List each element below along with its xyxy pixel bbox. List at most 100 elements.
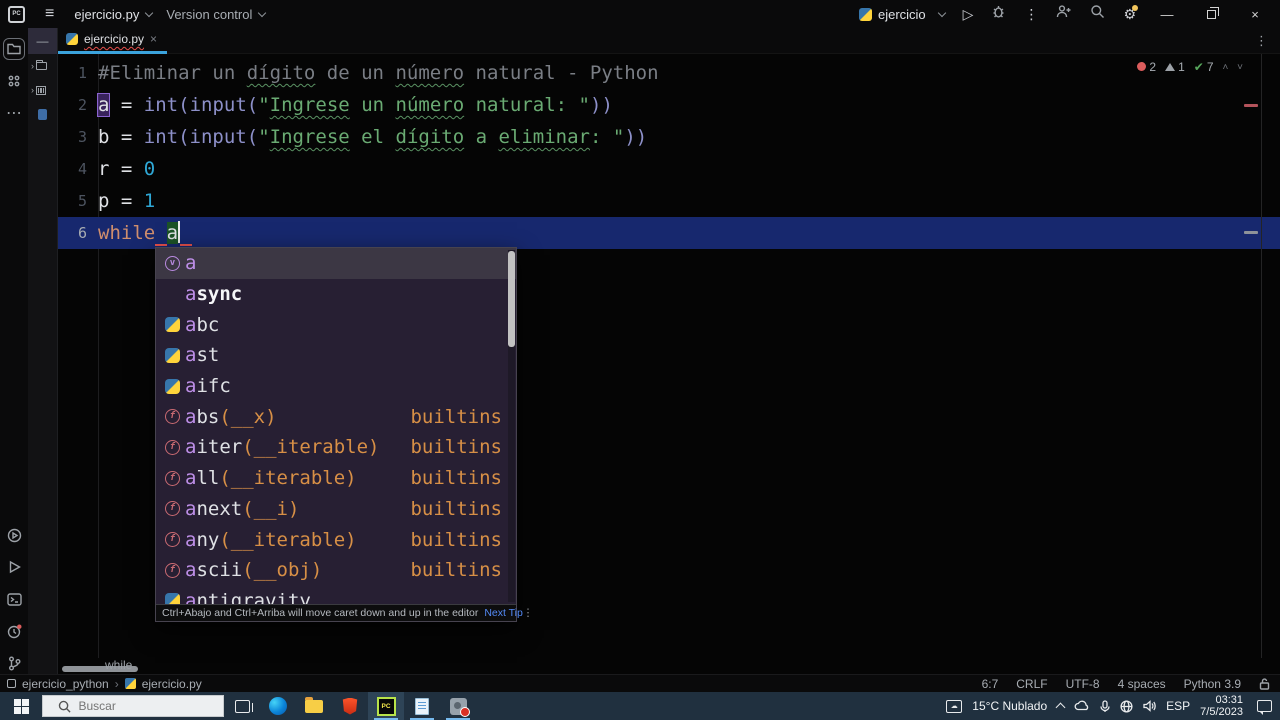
run-button[interactable]: ▷	[963, 7, 974, 21]
notifications-tool-button[interactable]	[3, 620, 25, 642]
notepad-taskbar-button[interactable]	[404, 692, 440, 720]
recorder-taskbar-button[interactable]	[440, 692, 476, 720]
action-center-icon[interactable]	[1257, 700, 1272, 715]
popup-scrollbar-thumb[interactable]	[508, 251, 515, 347]
edge-button[interactable]	[260, 692, 296, 720]
completion-item[interactable]: a sync	[156, 279, 516, 310]
volume-icon[interactable]	[1143, 700, 1156, 712]
breadcrumb-bar: while	[58, 658, 1280, 674]
completion-item[interactable]: f a ll (__iterable) builtins	[156, 463, 516, 494]
code-line[interactable]: 3 b = int(input("Ingrese el dígito a elim…	[58, 121, 1280, 153]
version-control-tool-button[interactable]	[3, 652, 25, 674]
popup-scrollbar[interactable]	[508, 250, 515, 602]
commit-tool-button[interactable]	[3, 70, 25, 92]
close-button[interactable]: ×	[1242, 7, 1268, 22]
tab-options-icon[interactable]: ⋮	[1255, 33, 1280, 49]
services-tool-button[interactable]	[3, 524, 25, 546]
code-line[interactable]: 6 while a	[58, 217, 1280, 249]
file-explorer-button[interactable]	[296, 692, 332, 720]
task-view-button[interactable]	[224, 692, 260, 720]
python-file-icon	[66, 33, 78, 45]
breadcrumb-separator: ›	[114, 676, 119, 691]
python-icon	[165, 317, 180, 333]
completion-item[interactable]: a ntigravity	[156, 586, 516, 604]
inspection-nav-arrows[interactable]: ˄ ˅	[1223, 62, 1246, 73]
weather-text[interactable]: 15°C Nublado	[972, 699, 1047, 713]
library-icon	[36, 85, 46, 95]
brave-button[interactable]	[332, 692, 368, 720]
completion-item[interactable]: f a bs (__x) builtins	[156, 401, 516, 432]
python-icon	[165, 593, 180, 604]
search-input[interactable]	[78, 699, 209, 713]
breadcrumb-project[interactable]: ejercicio_python	[22, 677, 109, 691]
maximize-button[interactable]	[1198, 6, 1224, 22]
chevron-down-icon	[258, 8, 267, 17]
cloud-sync-icon[interactable]	[1074, 700, 1090, 712]
version-control-menu[interactable]: Version control	[166, 7, 267, 22]
brave-icon	[342, 697, 358, 715]
taskbar-clock[interactable]: 03:31 7/5/2023	[1200, 694, 1243, 718]
editor-scrollbar-track[interactable]	[1261, 54, 1262, 658]
indent-widget[interactable]: 4 spaces	[1118, 677, 1166, 691]
code-line[interactable]: 5 p = 1	[58, 185, 1280, 217]
none-icon	[165, 287, 180, 302]
run-configuration[interactable]: ejercicio	[858, 7, 946, 22]
tab-close-icon[interactable]: ×	[150, 32, 157, 46]
minimize-button[interactable]: —	[1154, 7, 1180, 22]
code-line[interactable]: 2 a = int(input("Ingrese un número natura…	[58, 89, 1280, 121]
inspections-widget[interactable]: 2 1 ✔ 7 ˄ ˅	[1137, 60, 1246, 74]
debug-button[interactable]	[991, 4, 1006, 24]
error-stripe-mark[interactable]	[1244, 104, 1258, 107]
code-line[interactable]: 4 r = 0	[58, 153, 1280, 185]
tip-more-icon[interactable]: ⋮	[523, 607, 534, 619]
encoding-widget[interactable]: UTF-8	[1066, 677, 1100, 691]
taskbar-search[interactable]	[42, 695, 224, 717]
project-tree-root[interactable]: ›	[28, 54, 57, 78]
run-tool-button[interactable]	[3, 556, 25, 578]
code-line[interactable]: 1 #Eliminar un dígito de un número natura…	[58, 57, 1280, 89]
line-number: 6	[77, 224, 87, 242]
next-tip-link[interactable]: Next Tip	[484, 607, 523, 619]
breadcrumb-file[interactable]: ejercicio.py	[142, 677, 202, 691]
language-indicator[interactable]: ESP	[1166, 699, 1190, 713]
completion-item[interactable]: f a ny (__iterable) builtins	[156, 524, 516, 555]
line-separator-widget[interactable]: CRLF	[1016, 677, 1047, 691]
breadcrumb-scope[interactable]: while	[105, 658, 132, 673]
terminal-tool-button[interactable]	[3, 588, 25, 610]
chevron-right-icon: ›	[31, 85, 34, 95]
pycharm-taskbar-button[interactable]: PC	[368, 692, 404, 720]
main-menu-icon[interactable]: ≡	[39, 5, 60, 23]
project-tool-button[interactable]	[3, 38, 25, 60]
pycharm-logo-icon[interactable]: PC	[8, 5, 25, 23]
network-globe-icon[interactable]	[1120, 699, 1133, 713]
completion-item[interactable]: a ifc	[156, 371, 516, 402]
code-with-me-button[interactable]	[1056, 4, 1072, 24]
caret-position-widget[interactable]: 6:7	[982, 677, 999, 691]
completion-item[interactable]: a bc	[156, 309, 516, 340]
hidden-icons-chevron[interactable]	[1055, 702, 1066, 713]
tab-ejercicio-py[interactable]: ejercicio.py ×	[58, 28, 168, 54]
interpreter-widget[interactable]: Python 3.9	[1184, 677, 1241, 691]
completion-item[interactable]: va	[156, 248, 516, 279]
settings-button[interactable]: ⚙	[1123, 5, 1138, 21]
project-panel-collapsed[interactable]: — › ›	[28, 28, 58, 674]
completion-item[interactable]: f a iter (__iterable) builtins	[156, 432, 516, 463]
search-everywhere-button[interactable]	[1090, 4, 1105, 24]
project-selector[interactable]: ejercicio.py	[74, 7, 154, 22]
more-actions-button[interactable]: ⋮	[1024, 7, 1038, 21]
external-libraries-node[interactable]: ›	[28, 78, 57, 102]
lock-icon[interactable]	[1259, 677, 1270, 690]
time: 03:31	[1215, 694, 1243, 706]
completion-item[interactable]: f a next (__i) builtins	[156, 494, 516, 525]
completion-item[interactable]: f a scii (__obj) builtins	[156, 555, 516, 586]
caret-stripe-mark[interactable]	[1244, 231, 1258, 234]
date: 7/5/2023	[1200, 706, 1243, 718]
microphone-icon[interactable]	[1100, 699, 1110, 713]
completion-item[interactable]: a st	[156, 340, 516, 371]
hide-panel-button[interactable]: —	[28, 28, 57, 54]
scratches-node[interactable]	[28, 102, 57, 126]
chevron-down-icon	[937, 8, 946, 17]
title-bar: PC ≡ ejercicio.py Version control ejerci…	[0, 0, 1280, 28]
start-button[interactable]	[0, 692, 42, 720]
more-tool-windows-button[interactable]: ⋯	[3, 102, 25, 124]
